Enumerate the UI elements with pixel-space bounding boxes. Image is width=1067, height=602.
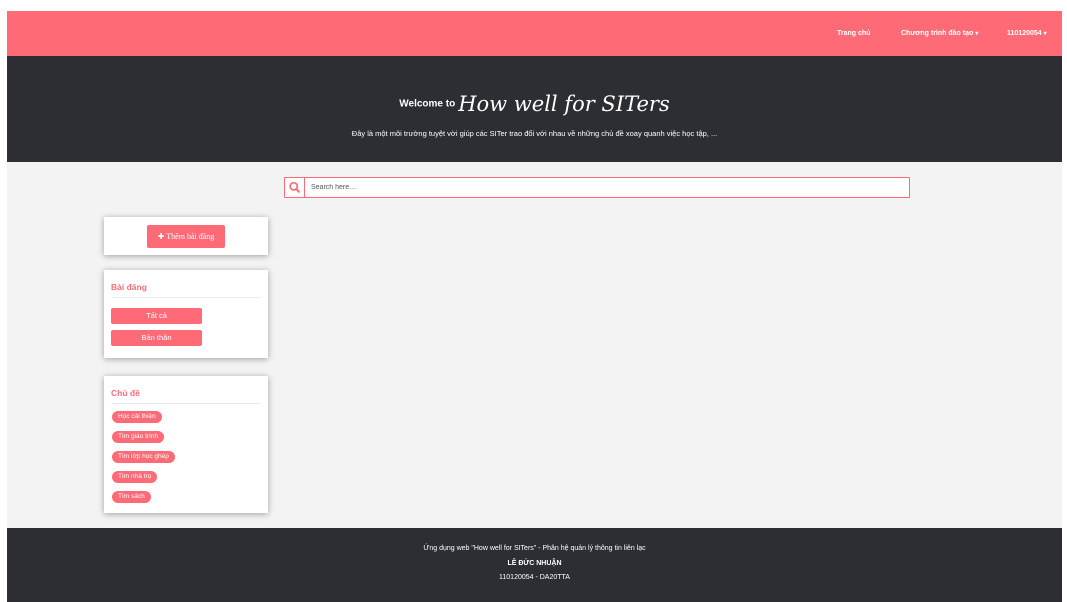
footer-author: LÊ ĐỨC NHUẬN: [507, 560, 562, 567]
chevron-down-icon: ▾: [1043, 31, 1047, 37]
topic-tag[interactable]: Tìm giáo trình: [112, 431, 165, 443]
search-bar: [284, 177, 910, 198]
topic-tag[interactable]: Tìm nhà trọ: [112, 471, 158, 483]
posts-card: Bài đăng Tất cả Bản thân: [104, 270, 268, 358]
topic-tag[interactable]: Tìm sách: [112, 491, 151, 503]
divider: [111, 297, 261, 298]
add-post-card: ✚ Thêm bài đăng: [104, 217, 268, 255]
footer-app-line: Ứng dụng web "How well for SITers" - Phâ…: [423, 545, 646, 552]
footer: Ứng dụng web "How well for SITers" - Phâ…: [7, 528, 1062, 602]
add-post-button[interactable]: ✚ Thêm bài đăng: [147, 225, 225, 248]
topic-tag[interactable]: Tìm lớp học ghép: [112, 451, 175, 463]
hero-subtitle: Đây là một môi trường tuyệt vời giúp các…: [351, 129, 718, 138]
nav-program-dropdown[interactable]: Chương trình đào tạo ▾: [901, 11, 978, 56]
add-post-label: Thêm bài đăng: [166, 232, 215, 241]
chevron-down-icon: ▾: [975, 31, 979, 37]
search-input[interactable]: [311, 178, 901, 197]
search-icon[interactable]: [285, 178, 305, 197]
nav-user-dropdown[interactable]: 110120054 ▾: [1007, 11, 1047, 56]
nav-program-label: Chương trình đào tạo: [901, 30, 974, 37]
topic-tag[interactable]: Học cải thiện: [112, 411, 162, 423]
top-navbar: Trang chủ Chương trình đào tạo ▾ 11012005…: [7, 11, 1062, 56]
page: Trang chủ Chương trình đào tạo ▾ 11012005…: [7, 11, 1062, 602]
topics-card-title: Chủ đề: [111, 388, 140, 398]
hero-banner: Welcome to How well for SITers Đây là một…: [7, 56, 1062, 162]
filter-mine-button[interactable]: Bản thân: [111, 330, 202, 346]
divider: [111, 403, 261, 404]
hero-brand: How well for SITers: [458, 92, 670, 116]
filter-all-button[interactable]: Tất cả: [111, 308, 202, 324]
plus-icon: ✚: [157, 232, 165, 241]
topics-card: Chủ đề Học cải thiện Tìm giáo trình Tìm …: [104, 376, 268, 513]
posts-card-title: Bài đăng: [111, 282, 147, 292]
hero-title: Welcome to How well for SITers: [7, 92, 1062, 116]
footer-student-id: 110120054 - DA20TTA: [499, 574, 570, 581]
hero-welcome: Welcome to: [399, 98, 456, 110]
nav-user-label: 110120054: [1007, 30, 1042, 37]
nav-home-link[interactable]: Trang chủ: [837, 11, 870, 56]
